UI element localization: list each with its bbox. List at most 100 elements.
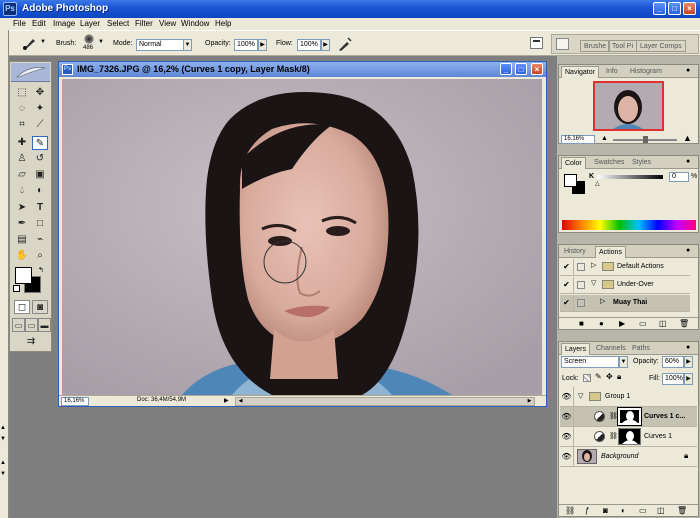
magic-wand-tool-icon[interactable]: ✦ bbox=[32, 102, 48, 116]
opacity-input[interactable]: 100% bbox=[234, 39, 258, 51]
horizontal-scrollbar[interactable]: ◀ ▶ bbox=[235, 397, 535, 406]
layer-style-icon[interactable]: ƒ bbox=[585, 506, 589, 515]
layer-mask-thumbnail[interactable] bbox=[617, 407, 642, 426]
tab-navigator[interactable]: Navigator bbox=[561, 66, 599, 78]
document-close-button[interactable]: × bbox=[531, 63, 543, 75]
menu-select[interactable]: Select bbox=[107, 19, 129, 28]
menu-edit[interactable]: Edit bbox=[32, 19, 46, 28]
opacity-slider-button[interactable]: ▶ bbox=[258, 39, 267, 51]
dock-arrow-down[interactable]: ▼ bbox=[0, 436, 8, 444]
document-minimize-btn[interactable]: _ bbox=[500, 63, 512, 75]
menu-help[interactable]: Help bbox=[215, 19, 231, 28]
notes-tool-icon[interactable]: ▤ bbox=[14, 233, 30, 247]
layer-mask-thumbnail[interactable] bbox=[618, 428, 641, 445]
dialog-toggle-box[interactable] bbox=[577, 263, 585, 271]
stop-button-icon[interactable]: ■ bbox=[579, 319, 584, 328]
zoom-tool-icon[interactable]: ⌕ bbox=[32, 249, 48, 263]
visibility-eye-icon[interactable]: 👁︎ bbox=[560, 447, 574, 466]
fill-input[interactable]: 100% bbox=[662, 373, 684, 385]
maximize-button[interactable]: □ bbox=[668, 2, 681, 15]
tab-brushes[interactable]: Brushe bbox=[580, 40, 611, 52]
gradient-tool-icon[interactable]: ▣ bbox=[32, 168, 48, 182]
action-toggle-check[interactable]: ✔ bbox=[560, 277, 574, 293]
blend-mode-arrow[interactable]: ▼ bbox=[619, 356, 628, 368]
navigator-thumbnail[interactable] bbox=[593, 81, 664, 131]
screen-mode-full-icon[interactable]: ▬ bbox=[38, 318, 51, 332]
status-menu-arrow[interactable]: ▶ bbox=[224, 397, 229, 404]
slice-tool-icon[interactable]: ⟋ bbox=[32, 118, 48, 132]
history-brush-tool-icon[interactable]: ↺ bbox=[32, 152, 48, 166]
lock-transparency-icon[interactable] bbox=[583, 374, 591, 382]
tab-swatches[interactable]: Swatches bbox=[591, 157, 627, 169]
record-button-icon[interactable]: ● bbox=[599, 319, 604, 328]
layer-opacity-slider-button[interactable]: ▶ bbox=[684, 356, 693, 368]
menu-view[interactable]: View bbox=[159, 19, 176, 28]
dialog-toggle-box[interactable] bbox=[577, 299, 585, 307]
menu-image[interactable]: Image bbox=[53, 19, 75, 28]
action-set-row[interactable]: ✔ ▷ Default Actions bbox=[560, 259, 690, 276]
tab-histogram[interactable]: Histogram bbox=[627, 66, 665, 78]
layer-row-background[interactable]: 👁︎ Background 🔒︎ bbox=[560, 447, 697, 467]
expand-arrow-icon[interactable]: ▷ bbox=[600, 297, 605, 305]
menu-filter[interactable]: Filter bbox=[135, 19, 153, 28]
link-layers-icon[interactable]: ⛓︎ bbox=[565, 506, 575, 515]
layer-row[interactable]: 👁︎ ⛓︎ Curves 1 bbox=[560, 427, 697, 447]
new-layer-icon[interactable]: ◫ bbox=[657, 506, 665, 515]
visibility-eye-icon[interactable]: 👁︎ bbox=[560, 427, 574, 446]
scroll-left-arrow[interactable]: ◀ bbox=[236, 398, 245, 405]
eyedropper-tool-icon[interactable]: ⌁ bbox=[32, 233, 48, 247]
airbrush-icon[interactable] bbox=[337, 36, 353, 52]
document-restore-button[interactable]: □ bbox=[515, 63, 527, 75]
visibility-eye-icon[interactable]: 👁︎ bbox=[560, 387, 574, 406]
actions-panel-menu-icon[interactable]: ● bbox=[686, 247, 690, 254]
tab-info[interactable]: Info bbox=[603, 66, 621, 78]
brush-picker-arrow[interactable]: ▼ bbox=[98, 39, 104, 45]
tab-tool-presets[interactable]: Tool Pi bbox=[608, 40, 638, 52]
close-button[interactable]: × bbox=[683, 2, 696, 15]
zoom-out-icon[interactable]: ▲ bbox=[601, 135, 608, 142]
dock-arrow-up[interactable]: ▲ bbox=[0, 425, 8, 433]
lasso-tool-icon[interactable]: ◌ bbox=[14, 102, 30, 116]
fill-slider-button[interactable]: ▶ bbox=[684, 373, 693, 385]
k-slider-thumb[interactable]: △ bbox=[595, 180, 600, 187]
action-set-row[interactable]: ✔ ▽ Under-Over bbox=[560, 277, 690, 294]
scroll-right-arrow[interactable]: ▶ bbox=[525, 398, 534, 405]
brush-tool-icon[interactable] bbox=[21, 36, 37, 50]
blend-mode-select[interactable]: Screen bbox=[561, 356, 619, 368]
panel-menu-icon[interactable]: ● bbox=[686, 67, 690, 74]
clone-stamp-tool-icon[interactable]: ♙ bbox=[14, 152, 30, 166]
blur-tool-icon[interactable]: 💧︎ bbox=[14, 184, 30, 198]
menu-layer[interactable]: Layer bbox=[80, 19, 100, 28]
play-button-icon[interactable]: ▶ bbox=[619, 319, 625, 328]
collapse-arrow-icon[interactable]: ▽ bbox=[578, 392, 583, 400]
dock-arrow-up-2[interactable]: ▲ bbox=[0, 460, 8, 468]
layer-row-selected[interactable]: 👁︎ ⛓︎ Curves 1 c... bbox=[560, 407, 697, 427]
pen-tool-icon[interactable]: ✒ bbox=[14, 217, 30, 231]
action-toggle-check[interactable]: ✔ bbox=[560, 295, 574, 311]
trash-icon[interactable]: 🗑︎ bbox=[679, 319, 689, 328]
shape-tool-icon[interactable]: □ bbox=[32, 217, 48, 231]
color-panel-menu-icon[interactable]: ● bbox=[686, 158, 690, 165]
dodge-tool-icon[interactable]: ◐ bbox=[32, 184, 48, 198]
delete-layer-icon[interactable]: 🗑︎ bbox=[677, 506, 687, 515]
flow-slider-button[interactable]: ▶ bbox=[321, 39, 330, 51]
type-tool-icon[interactable]: T bbox=[32, 201, 48, 215]
tab-channels[interactable]: Channels bbox=[593, 343, 629, 355]
move-tool-icon[interactable]: ✥ bbox=[32, 86, 48, 100]
color-foreground-swatch[interactable] bbox=[564, 174, 577, 187]
zoom-in-icon[interactable]: ▲ bbox=[683, 133, 692, 143]
marquee-tool-icon[interactable]: ⬚ bbox=[14, 86, 30, 100]
mode-dropdown-arrow[interactable]: ▼ bbox=[183, 39, 192, 51]
zoom-slider-thumb[interactable] bbox=[643, 136, 648, 143]
k-channel-slider[interactable] bbox=[597, 175, 663, 179]
layer-row-group[interactable]: 👁︎ ▽ Group 1 bbox=[560, 387, 697, 407]
mode-select[interactable]: Normal bbox=[136, 39, 184, 51]
action-toggle-check[interactable]: ✔ bbox=[560, 259, 574, 275]
tab-paths[interactable]: Paths bbox=[629, 343, 653, 355]
visibility-eye-icon[interactable]: 👁︎ bbox=[560, 407, 574, 426]
foreground-color-swatch-top[interactable] bbox=[15, 267, 32, 284]
dock-arrow-down-2[interactable]: ▼ bbox=[0, 471, 8, 479]
layer-opacity-input[interactable]: 60% bbox=[662, 356, 684, 368]
new-action-icon[interactable]: ◫ bbox=[659, 319, 667, 328]
file-browser-icon[interactable] bbox=[530, 37, 543, 49]
